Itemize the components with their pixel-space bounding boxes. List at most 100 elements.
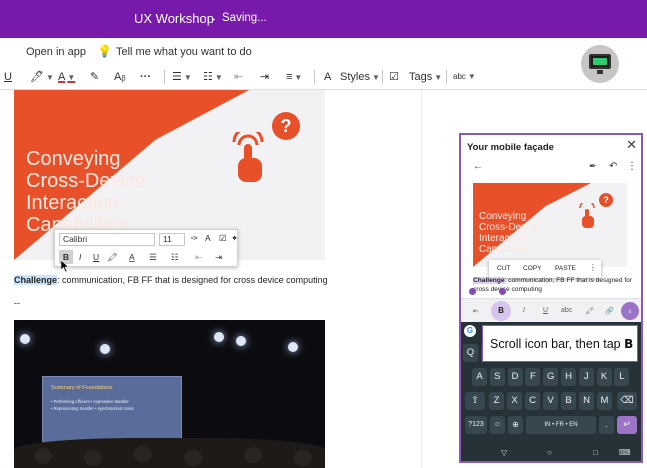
google-icon[interactable]: G bbox=[464, 325, 476, 337]
underline-mini-button[interactable]: U bbox=[93, 252, 99, 262]
text-effects-icon[interactable]: Aᵦ bbox=[114, 69, 126, 85]
underline-button[interactable]: U bbox=[4, 69, 12, 85]
format-painter-icon[interactable]: ✑ bbox=[191, 233, 198, 244]
slide-title-line: Interaction bbox=[26, 192, 120, 214]
outdent-mini-icon[interactable]: ⇤ bbox=[195, 252, 202, 263]
context-more-icon[interactable]: ⋮ bbox=[589, 263, 597, 272]
key-c[interactable]: C bbox=[525, 392, 540, 410]
selection-handle-start[interactable] bbox=[469, 288, 476, 295]
selection-handle-end[interactable] bbox=[499, 288, 506, 295]
outdent-icon[interactable]: ⇤ bbox=[234, 69, 243, 85]
key-n[interactable]: N bbox=[579, 392, 594, 410]
key-j[interactable]: J bbox=[578, 368, 594, 386]
backspace-key[interactable]: ⌫ bbox=[617, 392, 637, 410]
emoji-key[interactable]: ☺ bbox=[490, 416, 505, 434]
collapse-bar-button[interactable]: ‹ bbox=[621, 302, 639, 320]
key-k[interactable]: K bbox=[596, 368, 612, 386]
tag-mini-icon[interactable]: ✦ bbox=[231, 233, 238, 244]
enter-key[interactable]: ↵ bbox=[617, 416, 637, 434]
numbering-mini-icon[interactable]: ☷ bbox=[171, 252, 179, 263]
period-key[interactable]: . bbox=[599, 416, 614, 434]
keyboard-switch-icon[interactable]: ⌨ bbox=[619, 448, 631, 457]
tell-me-search[interactable]: Tell me what you want to do bbox=[116, 46, 252, 58]
indent-icon[interactable]: ⇥ bbox=[260, 69, 269, 85]
italic-button[interactable]: I bbox=[79, 252, 81, 262]
align-icon[interactable]: ≡ ▼ bbox=[286, 69, 302, 85]
pen-icon[interactable]: ✒ bbox=[589, 161, 597, 172]
highlight-icon[interactable]: 🖍 bbox=[585, 307, 594, 315]
highlight-icon[interactable]: 🖊 ▼ bbox=[30, 69, 54, 85]
screen-title: Summary of Foundations bbox=[51, 385, 113, 391]
key-s[interactable]: S bbox=[489, 368, 505, 386]
slide-title-line: Cross-Device bbox=[26, 170, 147, 192]
key-q[interactable]: Q bbox=[463, 344, 478, 362]
key-l[interactable]: L bbox=[614, 368, 630, 386]
keyboard-row: ⇧ ⌫ ZXCVBNM bbox=[461, 392, 641, 412]
title-separator: - bbox=[211, 11, 216, 26]
globe-key[interactable]: ⊕ bbox=[508, 416, 523, 434]
key-z[interactable]: Z bbox=[489, 392, 504, 410]
checkbox-icon[interactable]: ☑ bbox=[219, 233, 227, 244]
mobile-app-bar: ← ✒ ↶ ⋮ bbox=[461, 157, 641, 177]
question-icon: ? bbox=[272, 112, 300, 140]
tags-dropdown[interactable]: Tags ▼ bbox=[409, 69, 442, 85]
title-bar: UX Workshop - Saving... bbox=[0, 0, 647, 38]
styles-icon[interactable]: A bbox=[324, 69, 331, 85]
nav-back-icon[interactable]: ▽ bbox=[501, 448, 507, 457]
tap-hand-icon bbox=[579, 203, 595, 228]
key-g[interactable]: G bbox=[543, 368, 559, 386]
instruction-tooltip: Scroll icon bar, then tap B bbox=[482, 325, 638, 362]
close-icon[interactable]: ✕ bbox=[626, 137, 637, 153]
open-in-app-link[interactable]: Open in app bbox=[26, 46, 86, 58]
strikethrough-button[interactable]: abc bbox=[561, 307, 572, 314]
nav-recents-icon[interactable]: □ bbox=[593, 448, 598, 457]
font-size-box[interactable]: 11 bbox=[159, 233, 185, 246]
nav-home-icon[interactable]: ○ bbox=[547, 448, 552, 457]
bold-button[interactable]: B bbox=[491, 301, 511, 321]
formatting-ribbon: U 🖊 ▼ A ▼ ✎ Aᵦ ··· ☰ ▼ ☷ ▼ ⇤ ⇥ ≡ ▼ A Styles ▼ … bbox=[0, 64, 647, 90]
numbers-key[interactable]: ?123 bbox=[465, 416, 487, 434]
space-key[interactable]: IN • FR • EN bbox=[526, 416, 596, 434]
overflow-menu-icon[interactable]: ⋮ bbox=[627, 161, 637, 172]
slide-title-line: Conveying bbox=[26, 148, 121, 170]
styles-mini-icon[interactable]: A bbox=[205, 233, 211, 243]
key-v[interactable]: V bbox=[543, 392, 558, 410]
screen-line: • Performing efficient • expressive tran… bbox=[51, 399, 129, 404]
tags-icon[interactable]: ☑ bbox=[389, 69, 399, 85]
italic-button[interactable]: I bbox=[523, 307, 525, 314]
bullets-mini-icon[interactable]: ☰ bbox=[149, 252, 157, 263]
mobile-challenge-paragraph[interactable]: Challenge: communication, FB FF that is … bbox=[473, 276, 633, 294]
key-f[interactable]: F bbox=[525, 368, 541, 386]
mobile-format-bar: ⇤ B I U abc 🖍 🔗 ‹ bbox=[461, 298, 641, 322]
underline-button[interactable]: U bbox=[543, 307, 548, 314]
font-name-box[interactable]: Calibri bbox=[59, 233, 155, 246]
font-color-mini-icon[interactable]: A bbox=[129, 252, 135, 262]
back-arrow-icon[interactable]: ← bbox=[473, 161, 483, 172]
numbering-icon[interactable]: ☷ ▼ bbox=[203, 69, 223, 85]
bullets-icon[interactable]: ☰ ▼ bbox=[172, 69, 192, 85]
key-b[interactable]: B bbox=[561, 392, 576, 410]
cut-menu-item[interactable]: CUT bbox=[497, 265, 510, 272]
font-color-icon[interactable]: A ▼ bbox=[58, 69, 75, 85]
paste-menu-item[interactable]: PASTE bbox=[555, 265, 576, 272]
key-d[interactable]: D bbox=[507, 368, 523, 386]
challenge-label: Challenge bbox=[14, 275, 58, 285]
key-m[interactable]: M bbox=[597, 392, 612, 410]
key-h[interactable]: H bbox=[561, 368, 576, 386]
copy-menu-item[interactable]: COPY bbox=[523, 265, 541, 272]
key-x[interactable]: X bbox=[507, 392, 522, 410]
link-icon[interactable]: 🔗 bbox=[605, 307, 614, 315]
shift-key[interactable]: ⇧ bbox=[465, 392, 485, 410]
save-status: Saving... bbox=[222, 12, 267, 24]
outdent-icon[interactable]: ⇤ bbox=[473, 307, 479, 315]
challenge-paragraph[interactable]: Challenge: communication, FB FF that is … bbox=[14, 275, 328, 285]
indent-mini-icon[interactable]: ⇥ bbox=[215, 252, 222, 263]
highlight-mini-icon[interactable]: 🖍 bbox=[107, 252, 118, 263]
clear-format-icon[interactable]: ✎ bbox=[90, 69, 99, 85]
undo-icon[interactable]: ↶ bbox=[609, 161, 617, 172]
key-a[interactable]: A bbox=[472, 368, 487, 386]
spelling-dropdown[interactable]: abc ▼ bbox=[453, 69, 476, 85]
styles-dropdown[interactable]: Styles ▼ bbox=[340, 69, 380, 85]
more-options-button[interactable]: ··· bbox=[140, 69, 151, 85]
slide-title-line: Interaction bbox=[479, 233, 526, 244]
